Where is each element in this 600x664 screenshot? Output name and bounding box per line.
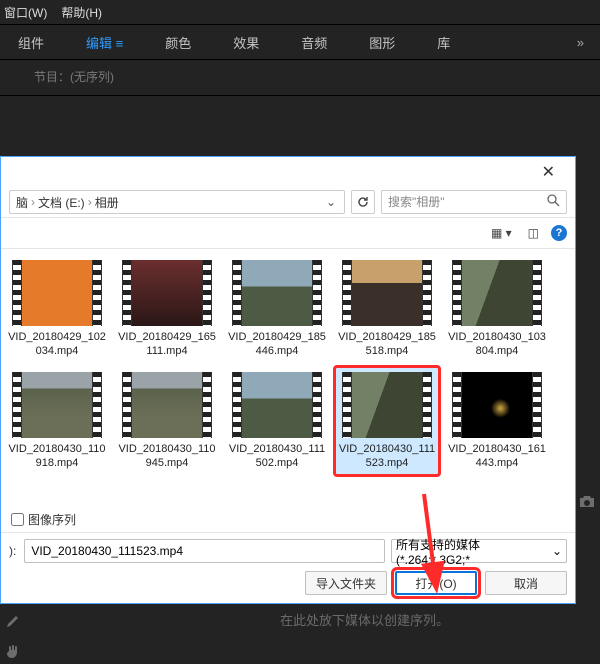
video-thumbnail — [122, 260, 212, 326]
close-icon[interactable]: ✕ — [532, 160, 565, 184]
file-list: VID_20180429_102034.mp4 VID_20180429_1651… — [1, 249, 575, 507]
chevron-right-icon: › — [85, 195, 95, 209]
view-mode-button[interactable]: ▦ ▾ — [487, 224, 516, 242]
file-label: VID_20180430_103804.mp4 — [448, 330, 546, 358]
filmstrip-icon — [122, 260, 132, 326]
file-item[interactable]: VID_20180429_185446.mp4 — [225, 255, 329, 363]
dialog-footer: ): 所有支持的媒体 (*.264;*.3G2;* ⌄ 导入文件夹 打开(O) … — [1, 532, 575, 603]
open-button[interactable]: 打开(O) — [395, 571, 477, 595]
cancel-button[interactable]: 取消 — [485, 571, 567, 595]
filmstrip-icon — [532, 372, 542, 438]
file-item[interactable]: VID_20180430_161443.mp4 — [445, 367, 549, 475]
video-thumbnail — [12, 372, 102, 438]
file-label: VID_20180430_111523.mp4 — [338, 442, 436, 470]
file-label: VID_20180430_161443.mp4 — [448, 442, 546, 470]
workspace-tabs: 组件 编辑 颜色 效果 音频 图形 库 » — [0, 24, 600, 60]
tab-edit[interactable]: 编辑 — [86, 33, 123, 52]
video-thumbnail — [452, 260, 542, 326]
file-type-filter[interactable]: 所有支持的媒体 (*.264;*.3G2;* ⌄ — [391, 539, 567, 563]
filmstrip-icon — [232, 260, 242, 326]
video-thumbnail — [342, 260, 432, 326]
filename-input[interactable] — [24, 539, 385, 563]
filmstrip-icon — [232, 372, 242, 438]
file-item[interactable]: VID_20180429_102034.mp4 — [5, 255, 109, 363]
filmstrip-icon — [312, 260, 322, 326]
search-icon[interactable] — [547, 194, 560, 210]
file-item[interactable]: VID_20180429_165111.mp4 — [115, 255, 219, 363]
chevron-down-icon[interactable]: ⌄ — [324, 195, 338, 209]
import-folder-button[interactable]: 导入文件夹 — [305, 571, 387, 595]
menu-help[interactable]: 帮助(H) — [61, 4, 102, 21]
tab-effect[interactable]: 效果 — [233, 33, 259, 52]
search-box[interactable] — [381, 190, 567, 214]
file-item[interactable]: VID_20180430_110918.mp4 — [5, 367, 109, 475]
preview-pane-button[interactable]: ◫ — [524, 224, 543, 242]
file-label: VID_20180430_111502.mp4 — [228, 442, 326, 470]
program-monitor-label: 节目：(无序列) — [0, 60, 600, 85]
file-item[interactable]: VID_20180430_111502.mp4 — [225, 367, 329, 475]
hand-icon[interactable] — [4, 643, 22, 664]
video-thumbnail — [122, 372, 212, 438]
image-sequence-label: 图像序列 — [28, 511, 76, 528]
filmstrip-icon — [202, 372, 212, 438]
tab-audio[interactable]: 音频 — [301, 33, 327, 52]
address-bar-row: 脑 › 文档 (E:) › 相册 ⌄ — [1, 187, 575, 217]
video-thumbnail — [342, 372, 432, 438]
filmstrip-icon — [342, 260, 352, 326]
file-item[interactable]: VID_20180430_111523.mp4 — [335, 367, 439, 475]
app-menubar: 窗口(W) 帮助(H) — [0, 0, 600, 24]
filmstrip-icon — [312, 372, 322, 438]
file-label: VID_20180429_165111.mp4 — [118, 330, 216, 358]
file-label: VID_20180430_110918.mp4 — [8, 442, 106, 470]
video-thumbnail — [232, 260, 322, 326]
camera-icon — [578, 495, 596, 512]
file-label: VID_20180430_110945.mp4 — [118, 442, 216, 470]
filmstrip-icon — [452, 372, 462, 438]
filmstrip-icon — [122, 372, 132, 438]
brush-icon[interactable] — [4, 612, 22, 633]
filmstrip-icon — [12, 372, 22, 438]
chevron-down-icon: ⌄ — [552, 544, 562, 558]
video-thumbnail — [452, 372, 542, 438]
file-label: VID_20180429_102034.mp4 — [8, 330, 106, 358]
file-type-filter-label: 所有支持的媒体 (*.264;*.3G2;* — [396, 536, 552, 567]
file-item[interactable]: VID_20180430_103804.mp4 — [445, 255, 549, 363]
image-sequence-checkbox[interactable] — [11, 513, 24, 526]
file-item[interactable]: VID_20180430_110945.mp4 — [115, 367, 219, 475]
filename-label: ): — [9, 544, 18, 558]
refresh-button[interactable] — [351, 190, 375, 214]
filmstrip-icon — [422, 372, 432, 438]
breadcrumb-item[interactable]: 脑 — [16, 194, 28, 211]
video-thumbnail — [12, 260, 102, 326]
breadcrumb-item[interactable]: 相册 — [95, 194, 119, 211]
help-icon[interactable]: ? — [551, 225, 567, 241]
drop-media-hint: 在此处放下媒体以创建序列。 — [280, 610, 449, 629]
search-input[interactable] — [388, 195, 547, 209]
filmstrip-icon — [342, 372, 352, 438]
file-label: VID_20180429_185518.mp4 — [338, 330, 436, 358]
breadcrumb-item[interactable]: 文档 (E:) — [38, 194, 85, 211]
tab-component[interactable]: 组件 — [18, 33, 44, 52]
file-label: VID_20180429_185446.mp4 — [228, 330, 326, 358]
tab-graphic[interactable]: 图形 — [369, 33, 395, 52]
video-thumbnail — [232, 372, 322, 438]
dialog-titlebar: ✕ — [1, 157, 575, 187]
filmstrip-icon — [12, 260, 22, 326]
filmstrip-icon — [92, 260, 102, 326]
menu-window[interactable]: 窗口(W) — [4, 4, 47, 21]
filmstrip-icon — [202, 260, 212, 326]
tab-library[interactable]: 库 — [437, 33, 450, 52]
breadcrumb[interactable]: 脑 › 文档 (E:) › 相册 ⌄ — [9, 190, 345, 214]
import-options: 图像序列 — [1, 507, 575, 532]
file-item[interactable]: VID_20180429_185518.mp4 — [335, 255, 439, 363]
filmstrip-icon — [422, 260, 432, 326]
tabs-overflow-icon[interactable]: » — [577, 35, 584, 50]
filmstrip-icon — [532, 260, 542, 326]
file-open-dialog: ✕ 脑 › 文档 (E:) › 相册 ⌄ ▦ ▾ ◫ ? VID_2018042… — [0, 156, 576, 604]
chevron-right-icon: › — [28, 195, 38, 209]
filmstrip-icon — [92, 372, 102, 438]
tab-color[interactable]: 颜色 — [165, 33, 191, 52]
filmstrip-icon — [452, 260, 462, 326]
view-toolbar: ▦ ▾ ◫ ? — [1, 217, 575, 249]
